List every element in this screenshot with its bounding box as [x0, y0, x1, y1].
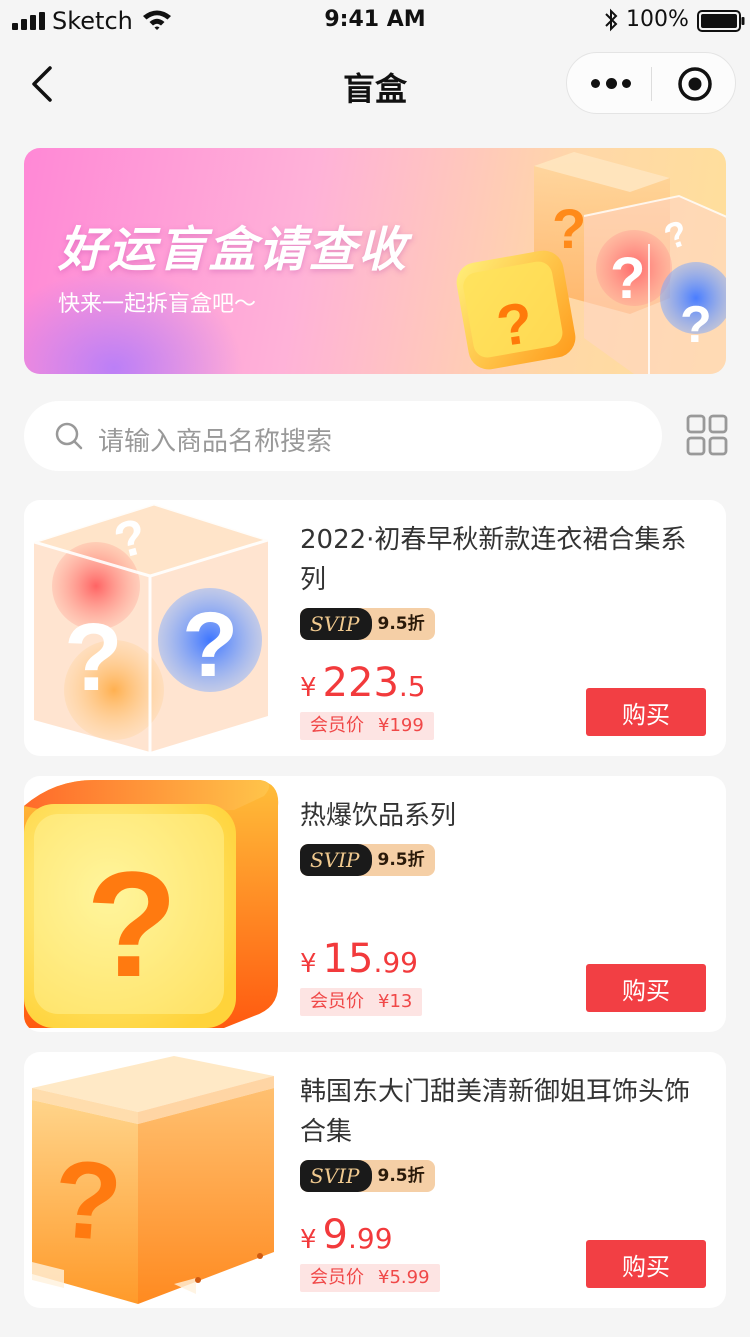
price-decimal: .99 — [373, 946, 418, 979]
product-card[interactable]: ? ? ? 2022·初春早秋新款连衣裙合集系列 SVIP 9.5折 ¥223.… — [24, 500, 726, 756]
product-title: 热爆饮品系列 — [300, 801, 457, 831]
more-icon[interactable] — [587, 70, 635, 98]
price: ¥223.5 — [300, 660, 426, 706]
member-price-tag: 会员价 ¥199 — [300, 712, 434, 740]
member-price-label: 会员价 — [310, 1267, 364, 1288]
svg-text:?: ? — [86, 840, 178, 1008]
product-title: 2022·初春早秋新款连衣裙合集系列 — [300, 525, 687, 595]
product-image: ? — [24, 780, 279, 1028]
price-integer: 223 — [322, 660, 399, 706]
status-bar: Sketch 9:41 AM 100% — [0, 0, 750, 40]
svip-badge: SVIP 9.5折 — [300, 608, 435, 640]
banner-subtitle: 快来一起拆盲盒吧～ — [58, 292, 257, 317]
price-decimal: .99 — [348, 1222, 393, 1255]
svg-text:?: ? — [64, 604, 123, 711]
buy-button[interactable]: 购买 — [586, 1240, 706, 1288]
svip-label: SVIP — [300, 608, 372, 640]
member-price-label: 会员价 — [310, 715, 364, 736]
product-image: ? — [32, 1056, 274, 1304]
search-icon — [55, 422, 83, 450]
member-price-label: 会员价 — [310, 991, 364, 1012]
price-currency: ¥ — [300, 673, 317, 703]
price-currency: ¥ — [300, 949, 317, 979]
svip-label: SVIP — [300, 1160, 372, 1192]
svip-badge: SVIP 9.5折 — [300, 1160, 435, 1192]
battery-percent: 100% — [626, 7, 689, 32]
member-price-tag: 会员价 ¥5.99 — [300, 1264, 440, 1292]
price-currency: ¥ — [300, 1225, 317, 1255]
product-card[interactable]: ? 韩国东大门甜美清新御姐耳饰头饰合集 SVIP 9.5折 ¥9.99 会员价 ¥… — [24, 1052, 726, 1308]
svip-discount: 9.5折 — [377, 850, 425, 870]
nav-bar: 盲盒 — [0, 50, 750, 118]
price-integer: 15 — [322, 936, 374, 982]
battery-icon — [697, 10, 745, 32]
search-placeholder: 请输入商品名称搜索 — [98, 427, 333, 457]
member-price-tag: 会员价 ¥13 — [300, 988, 423, 1016]
capsule-divider — [651, 67, 652, 101]
price-integer: 9 — [322, 1212, 348, 1258]
search-input[interactable]: 请输入商品名称搜索 — [24, 401, 662, 471]
svg-text:?: ? — [610, 246, 645, 311]
price-decimal: .5 — [398, 670, 426, 703]
svg-text:?: ? — [552, 197, 586, 260]
member-price-value: ¥199 — [378, 715, 424, 736]
svip-discount: 9.5折 — [377, 1166, 425, 1186]
target-icon[interactable] — [677, 66, 713, 102]
banner-title: 好运盲盒请查收 — [58, 222, 409, 278]
grid-view-icon[interactable] — [686, 414, 728, 458]
svip-label: SVIP — [300, 844, 372, 876]
svg-text:?: ? — [50, 1137, 126, 1264]
member-price-value: ¥5.99 — [378, 1267, 430, 1288]
price: ¥15.99 — [300, 936, 418, 982]
svg-text:?: ? — [182, 594, 238, 696]
product-image: ? ? ? — [28, 502, 274, 752]
bluetooth-icon — [605, 8, 618, 32]
product-title: 韩国东大门甜美清新御姐耳饰头饰合集 — [300, 1077, 691, 1147]
back-icon[interactable] — [24, 64, 60, 104]
product-card[interactable]: ? 热爆饮品系列 SVIP 9.5折 ¥15.99 会员价 ¥13 购买 — [24, 776, 726, 1032]
mystery-boxes-illustration: ? ? ? ? ? — [456, 152, 726, 374]
price: ¥9.99 — [300, 1212, 393, 1258]
promo-banner[interactable]: 好运盲盒请查收 快来一起拆盲盒吧～ ? ? ? ? ? — [24, 148, 726, 374]
buy-button[interactable]: 购买 — [586, 688, 706, 736]
member-price-value: ¥13 — [378, 991, 413, 1012]
svip-discount: 9.5折 — [377, 614, 425, 634]
svg-text:?: ? — [680, 296, 712, 354]
buy-button[interactable]: 购买 — [586, 964, 706, 1012]
mini-program-capsule — [566, 52, 736, 114]
svip-badge: SVIP 9.5折 — [300, 844, 435, 876]
